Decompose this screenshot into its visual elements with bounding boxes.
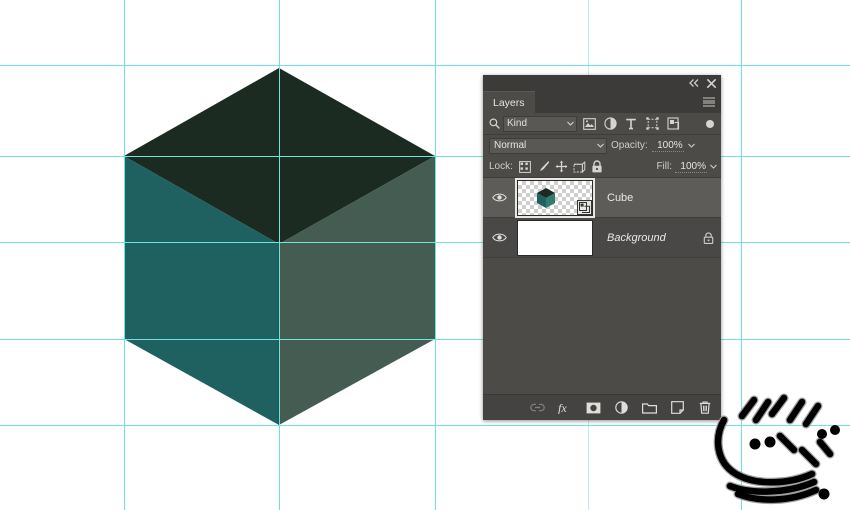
layer-thumbnail[interactable] [517,219,593,256]
layer-visibility-toggle[interactable] [486,192,512,203]
adjustment-layer-icon[interactable] [601,115,619,132]
blend-mode-value: Normal [494,140,527,151]
guide-horizontal-2 [0,156,850,157]
guide-horizontal-1 [0,65,850,66]
filter-enable-toggle[interactable] [703,115,717,132]
lock-label: Lock: [489,161,513,172]
tab-layers-label: Layers [493,96,525,109]
delete-layer-trash-icon[interactable] [697,400,713,416]
guide-vertical-3 [435,0,436,510]
lock-position-move-icon[interactable] [554,159,569,175]
filter-kind-select[interactable]: Kind [503,115,577,132]
layer-thumbnail-wrapper[interactable] [517,219,593,256]
opacity-input[interactable]: 100% [651,140,684,152]
close-icon[interactable] [706,78,717,89]
layers-panel-bottom-toolbar: fx [483,394,721,420]
guide-horizontal-4 [0,339,850,340]
lock-image-pixels-brush-icon[interactable] [536,159,551,175]
screenshot-root: Layers Kind Normal Opacity: 100% Lock: F… [0,0,850,510]
layer-style-fx-icon[interactable]: fx [557,400,573,416]
chevron-down-icon[interactable] [567,117,574,131]
chevron-down-icon[interactable] [597,139,604,153]
table-row[interactable]: Cube [483,178,721,218]
thumbnail-cube-preview [537,187,555,208]
panel-menu-icon[interactable] [703,97,715,107]
new-adjustment-layer-icon[interactable] [613,400,629,416]
type-layer-icon[interactable] [622,115,640,132]
guide-vertical-2 [279,0,280,510]
smart-object-icon[interactable] [664,115,682,132]
guide-vertical-5 [741,0,742,510]
isometric-cube-artwork [124,68,435,425]
blend-mode-select[interactable]: Normal [489,137,607,154]
panel-tabbar: Layers [483,91,721,113]
guide-vertical-1 [124,0,125,510]
tabbar-empty-area [535,91,721,113]
tab-layers[interactable]: Layers [483,91,535,113]
pixel-layer-icon[interactable] [580,115,598,132]
opacity-chevron-down-icon[interactable] [687,135,695,156]
collapse-panel-button[interactable] [688,78,699,89]
new-layer-icon[interactable] [669,400,685,416]
layer-locked-icon [695,231,721,244]
filter-kind-label: Kind [507,118,528,129]
blend-mode-row: Normal Opacity: 100% [483,135,721,156]
table-row[interactable]: Background [483,218,721,258]
new-group-folder-icon[interactable] [641,400,657,416]
fill-chevron-down-icon[interactable] [710,156,717,177]
magnifier-icon [489,118,500,129]
panel-titlebar [483,75,721,91]
lock-row: Lock: Fill: 100% [483,156,721,178]
layer-name-label[interactable]: Cube [593,192,695,204]
add-layer-mask-icon[interactable] [585,400,601,416]
lock-all-icon[interactable] [590,159,605,175]
layer-list: Cube Background [483,178,721,352]
guide-horizontal-5 [0,425,850,426]
guide-horizontal-3 [0,242,850,243]
svg-text:fx: fx [558,401,567,414]
smart-object-badge [577,199,592,215]
layer-thumbnail[interactable] [515,178,595,218]
layer-thumbnail-wrapper[interactable] [515,178,595,218]
lock-transparent-pixels-icon[interactable] [518,159,533,175]
layer-filter-row: Kind [483,113,721,135]
lock-artboard-nesting-icon[interactable] [572,159,587,175]
layer-name-label[interactable]: Background [593,232,695,244]
fill-label: Fill: [656,161,672,172]
layer-visibility-toggle[interactable] [486,232,512,243]
link-layers-icon[interactable] [529,400,545,416]
fill-input[interactable]: 100% [675,161,707,173]
opacity-label: Opacity: [611,140,648,151]
shape-layer-icon[interactable] [643,115,661,132]
layers-panel: Layers Kind Normal Opacity: 100% Lock: F… [483,75,721,420]
